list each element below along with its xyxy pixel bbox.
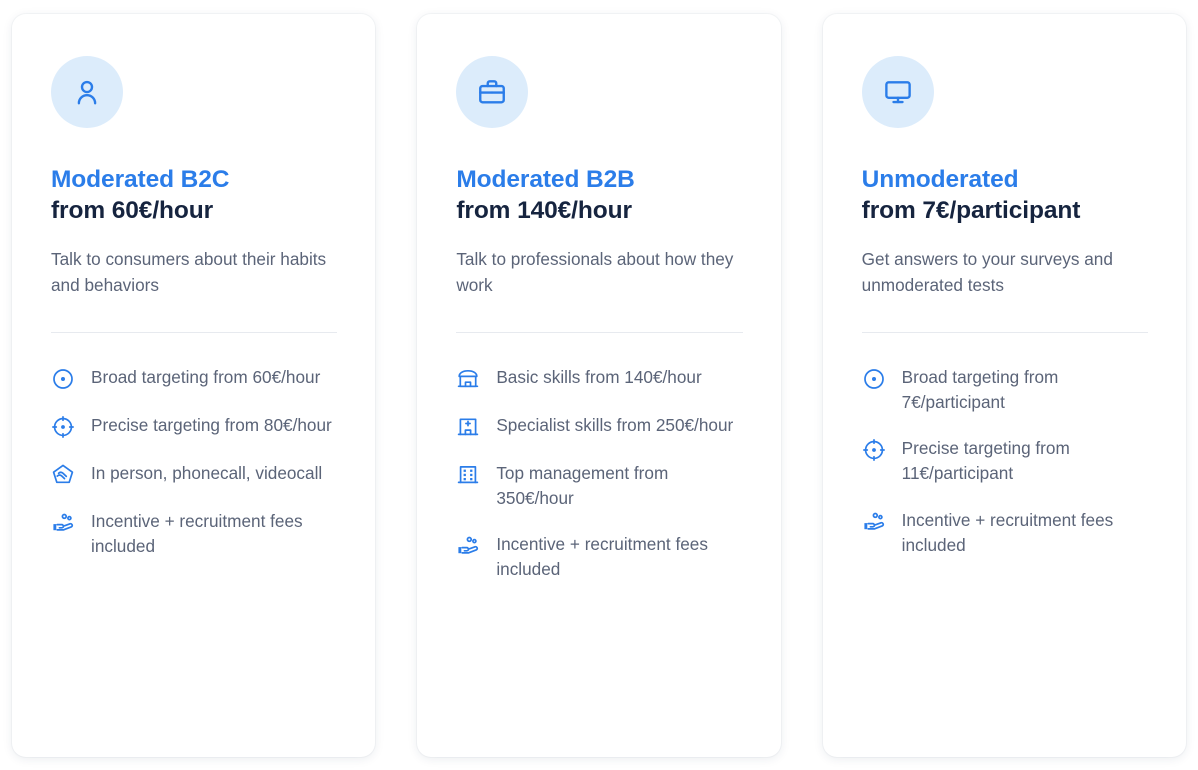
feature-label: Broad targeting from 60€/hour: [91, 366, 321, 387]
hospital-icon: [456, 415, 480, 439]
feature-label: Incentive + recruitment fees included: [91, 510, 303, 556]
plan-description: Get answers to your surveys and unmodera…: [861, 249, 1113, 296]
feature-label: Broad targeting from 7€/participant: [901, 366, 1059, 412]
feature-item: Basic skills from 140€/hour: [456, 365, 742, 391]
feature-item: Incentive + recruitment fees included: [456, 532, 742, 582]
card-spacer: [862, 558, 1148, 723]
hand-people-icon: [862, 510, 886, 534]
feature-item: Precise targeting from 11€/participant: [862, 436, 1148, 486]
divider: [861, 331, 1148, 333]
target-broad-icon: [51, 367, 75, 391]
feature-label: Top management from 350€/hour: [496, 462, 669, 508]
hand-people-icon: [51, 511, 75, 535]
feature-label: In person, phonecall, videocall: [91, 462, 323, 483]
person-icon: [77, 80, 97, 105]
feature-item: Incentive + recruitment fees included: [51, 509, 337, 559]
plan-card-moderated-b2b[interactable]: Moderated B2B from 140€/hour Talk to pro…: [417, 14, 781, 757]
feature-item: Broad targeting from 60€/hour: [51, 365, 337, 391]
plan-title: Moderated B2B: [456, 166, 635, 193]
pricing-plans-board: Moderated B2C from 60€/hour Talk to cons…: [0, 0, 1198, 770]
feature-item: Precise targeting from 80€/hour: [51, 413, 337, 439]
feature-list: Broad targeting from 7€/participant Prec…: [862, 365, 1148, 559]
handshake-icon: [51, 463, 75, 487]
feature-item: Incentive + recruitment fees included: [862, 508, 1148, 558]
hand-people-icon: [456, 534, 480, 558]
feature-item: Top management from 350€/hour: [456, 461, 742, 511]
briefcase-icon: [479, 80, 506, 104]
briefcase-icon-badge: [456, 56, 529, 128]
divider: [456, 331, 743, 333]
office-building-icon: [456, 463, 480, 487]
feature-list: Broad targeting from 60€/hour Precise ta…: [51, 365, 337, 559]
feature-item: Specialist skills from 250€/hour: [456, 413, 742, 439]
plan-title: Unmoderated: [861, 166, 1019, 193]
feature-label: Incentive + recruitment fees included: [496, 534, 708, 580]
divider: [51, 331, 338, 333]
plan-card-moderated-b2c[interactable]: Moderated B2C from 60€/hour Talk to cons…: [12, 14, 376, 757]
plan-title: Moderated B2C: [51, 166, 230, 193]
card-spacer: [456, 582, 742, 723]
feature-label: Precise targeting from 80€/hour: [91, 414, 332, 435]
plan-description: Talk to consumers about their habits and…: [51, 249, 327, 296]
feature-label: Precise targeting from 11€/participant: [901, 438, 1070, 484]
plan-price: from 7€/participant: [861, 197, 1081, 225]
feature-label: Specialist skills from 250€/hour: [496, 414, 734, 435]
plan-price: from 140€/hour: [456, 197, 632, 225]
target-broad-icon: [862, 367, 886, 391]
feature-list: Basic skills from 140€/hour Specialist s…: [456, 365, 742, 583]
feature-label: Basic skills from 140€/hour: [496, 366, 702, 387]
target-precise-icon: [51, 415, 75, 439]
monitor-icon-badge: [861, 56, 934, 128]
card-spacer: [51, 558, 337, 723]
feature-item: Broad targeting from 7€/participant: [862, 365, 1148, 415]
plan-card-unmoderated[interactable]: Unmoderated from 7€/participant Get answ…: [822, 14, 1186, 757]
monitor-icon: [884, 81, 911, 104]
plan-description: Talk to professionals about how they wor…: [456, 249, 734, 296]
plan-price: from 60€/hour: [51, 197, 214, 225]
feature-item: In person, phonecall, videocall: [51, 461, 337, 487]
storefront-icon: [456, 367, 480, 391]
target-precise-icon: [862, 438, 886, 462]
feature-label: Incentive + recruitment fees included: [901, 510, 1114, 556]
person-icon-badge: [51, 56, 123, 128]
